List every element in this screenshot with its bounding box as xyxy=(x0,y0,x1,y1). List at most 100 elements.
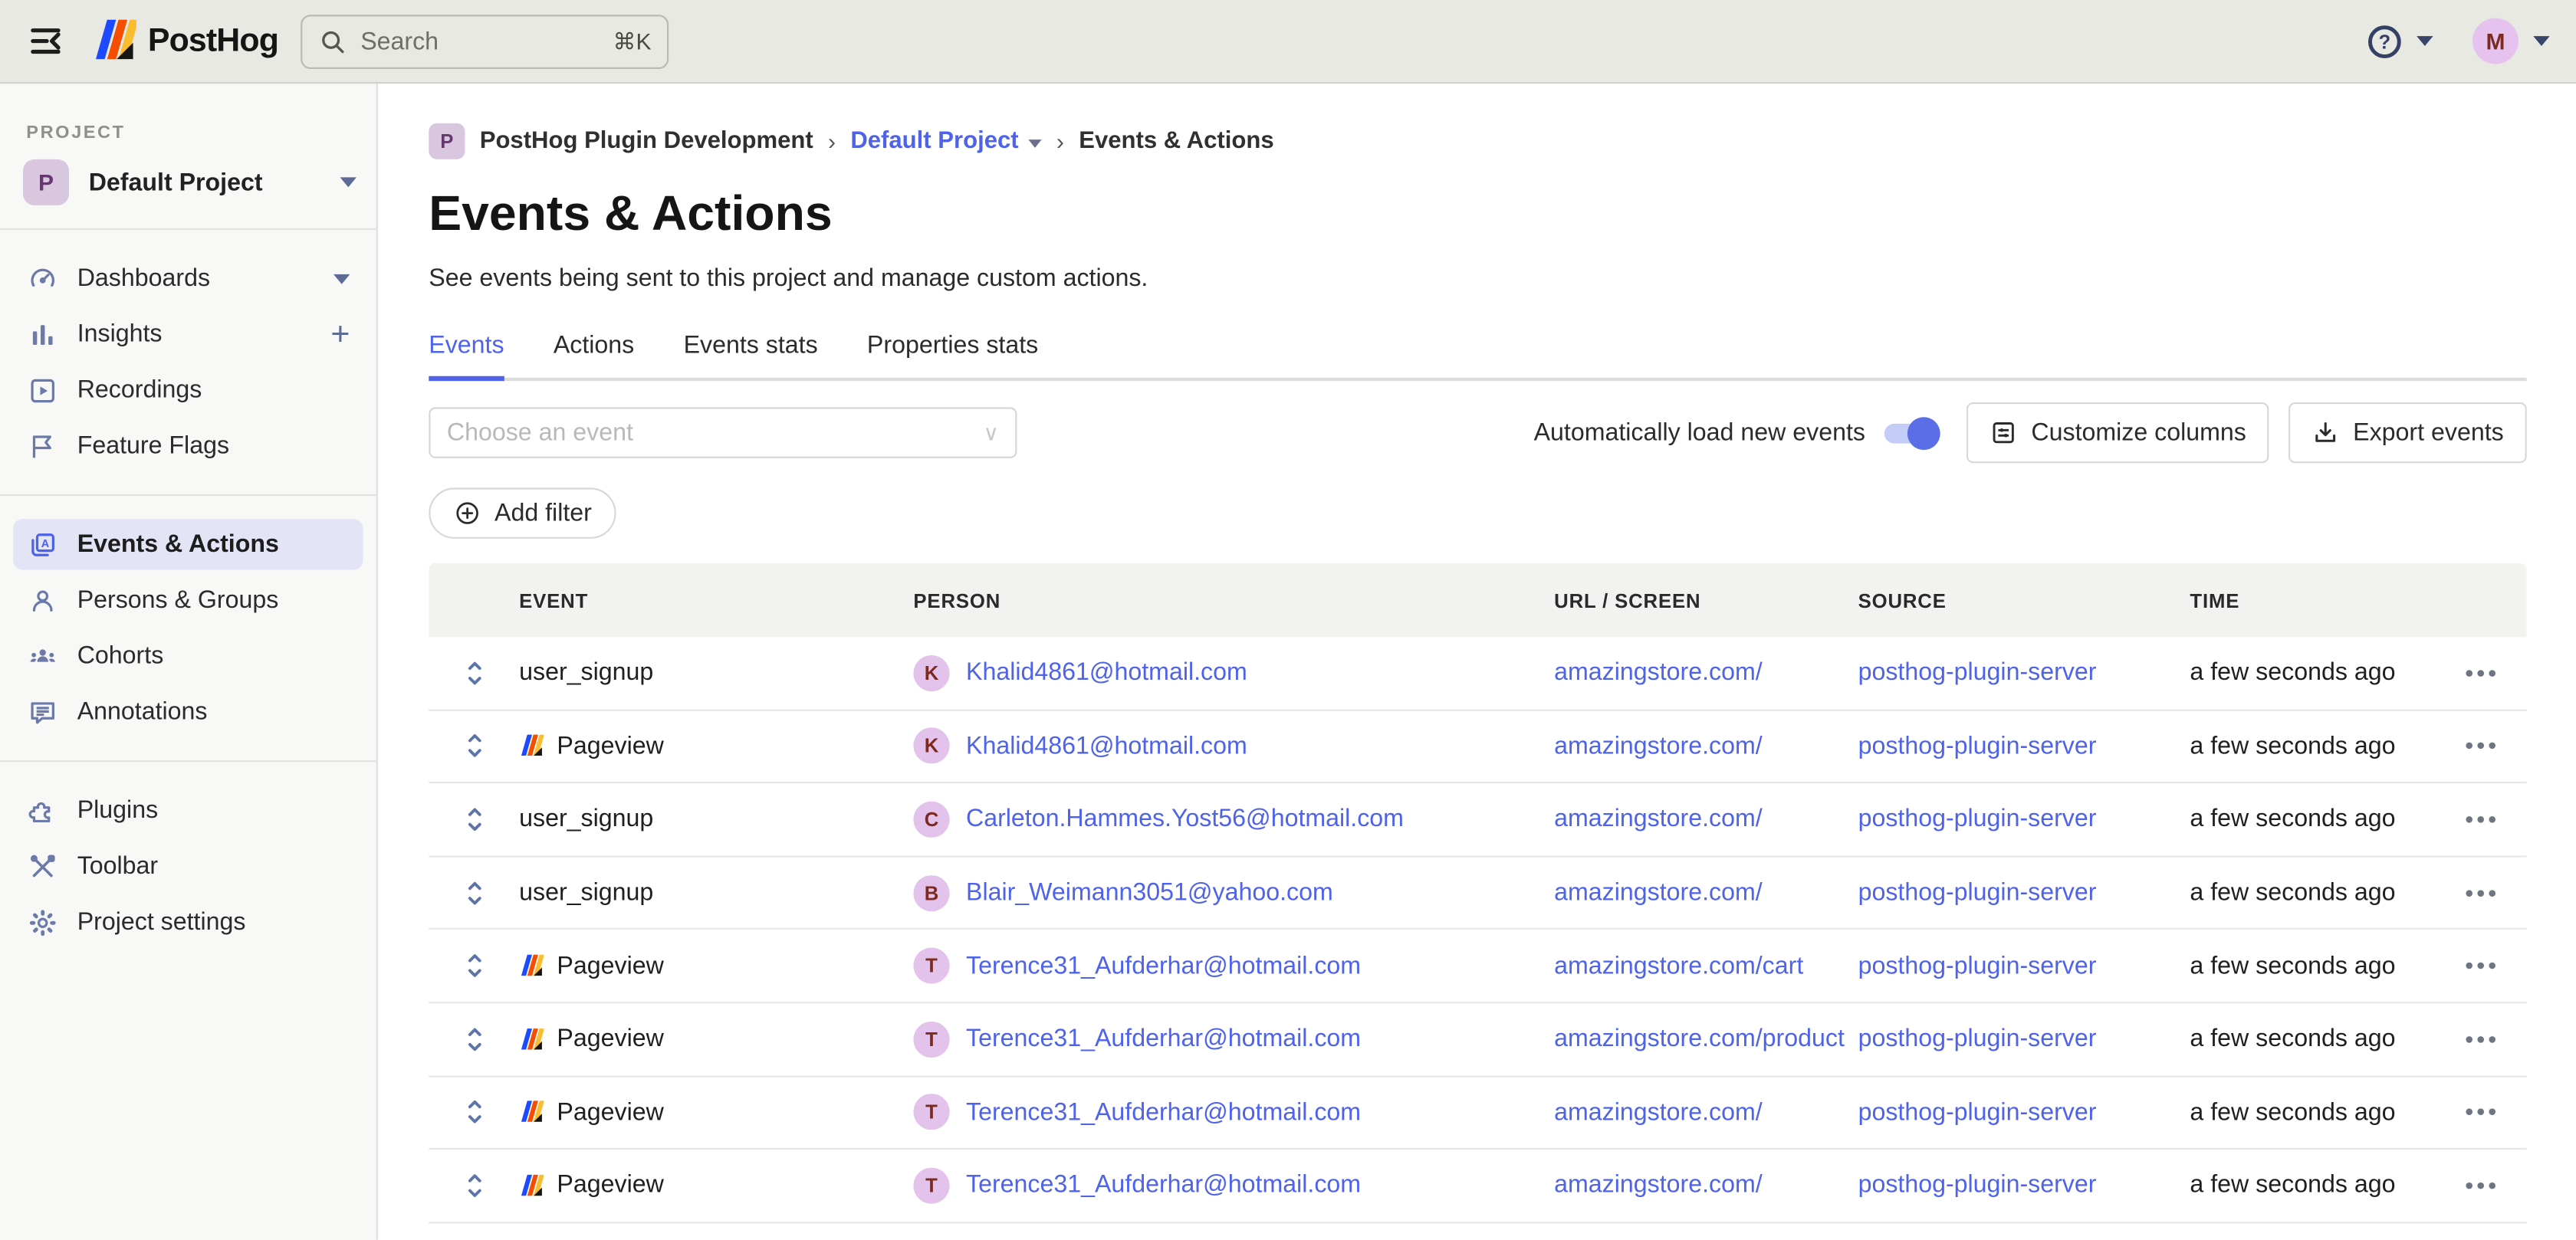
person-link[interactable]: Khalid4861@hotmail.com xyxy=(966,732,1247,759)
chevron-down-icon xyxy=(334,274,350,284)
customize-columns-button[interactable]: Customize columns xyxy=(1967,402,2269,463)
row-more-button[interactable] xyxy=(2435,1036,2527,1043)
sidebar-item-feature-flags[interactable]: Feature Flags xyxy=(13,421,363,471)
source-link[interactable]: posthog-plugin-server xyxy=(1858,659,2097,687)
column-header-event: EVENT xyxy=(519,589,913,612)
row-more-button[interactable] xyxy=(2435,670,2527,677)
sidebar-item-events-actions[interactable]: A Events & Actions xyxy=(13,519,363,569)
url-link[interactable]: amazingstore.com/ xyxy=(1554,879,1763,907)
source-link[interactable]: posthog-plugin-server xyxy=(1858,1025,2097,1053)
expand-chevrons-icon xyxy=(459,950,489,982)
annotation-bubble-icon xyxy=(28,697,58,727)
sidebar-item-dashboards[interactable]: Dashboards xyxy=(13,253,363,303)
export-events-button[interactable]: Export events xyxy=(2289,402,2527,463)
new-insight-plus-icon[interactable]: + xyxy=(330,318,350,351)
row-more-button[interactable] xyxy=(2435,743,2527,750)
url-link[interactable]: amazingstore.com/ xyxy=(1554,659,1763,687)
column-header-time: TIME xyxy=(2190,589,2434,612)
tab-actions[interactable]: Actions xyxy=(554,332,634,378)
tab-properties-stats[interactable]: Properties stats xyxy=(867,332,1038,378)
breadcrumb-organization[interactable]: PostHog Plugin Development xyxy=(480,128,813,154)
source-link[interactable]: posthog-plugin-server xyxy=(1858,952,2097,979)
url-link[interactable]: amazingstore.com/ xyxy=(1554,805,1763,833)
expand-row-button[interactable] xyxy=(429,1022,519,1055)
source-link[interactable]: posthog-plugin-server xyxy=(1858,879,2097,907)
table-row: Pageview T Terence31_Aufderhar@hotmail.c… xyxy=(429,930,2526,1004)
event-time: a few seconds ago xyxy=(2190,952,2395,979)
collapse-sidebar-icon[interactable] xyxy=(26,20,69,63)
sidebar-item-plugins[interactable]: Plugins xyxy=(13,785,363,835)
event-time: a few seconds ago xyxy=(2190,1172,2395,1199)
person-link[interactable]: Terence31_Aufderhar@hotmail.com xyxy=(966,1172,1361,1199)
posthog-app: PostHog Search ⌘K ? M xyxy=(0,0,2576,1240)
sidebar-item-recordings[interactable]: Recordings xyxy=(13,365,363,415)
search-input[interactable]: Search ⌘K xyxy=(301,14,669,68)
chevron-down-icon xyxy=(2533,36,2549,46)
expand-row-button[interactable] xyxy=(429,1169,519,1202)
row-more-button[interactable] xyxy=(2435,963,2527,969)
expand-row-button[interactable] xyxy=(429,1096,519,1129)
divider xyxy=(0,228,376,230)
sidebar-item-toolbar[interactable]: Toolbar xyxy=(13,841,363,891)
person-link[interactable]: Terence31_Aufderhar@hotmail.com xyxy=(966,1098,1361,1126)
expand-row-button[interactable] xyxy=(429,876,519,909)
url-link[interactable]: amazingstore.com/product xyxy=(1554,1025,1845,1053)
columns-settings-icon xyxy=(1990,418,2018,446)
add-filter-button[interactable]: Add filter xyxy=(429,487,616,538)
event-time: a few seconds ago xyxy=(2190,732,2395,759)
row-more-button[interactable] xyxy=(2435,1109,2527,1116)
source-link[interactable]: posthog-plugin-server xyxy=(1858,1172,2097,1199)
expand-row-button[interactable] xyxy=(429,730,519,763)
url-link[interactable]: amazingstore.com/ xyxy=(1554,1172,1763,1199)
tab-events-stats[interactable]: Events stats xyxy=(684,332,818,378)
chevron-down-icon: ∨ xyxy=(983,420,998,446)
source-link[interactable]: posthog-plugin-server xyxy=(1858,732,2097,759)
sidebar-item-project-settings[interactable]: Project settings xyxy=(13,897,363,947)
source-link[interactable]: posthog-plugin-server xyxy=(1858,805,2097,833)
person-link[interactable]: Khalid4861@hotmail.com xyxy=(966,659,1247,687)
posthog-logo[interactable]: PostHog xyxy=(92,18,278,64)
expand-chevrons-icon xyxy=(459,657,489,690)
person-link[interactable]: Carleton.Hammes.Yost56@hotmail.com xyxy=(966,805,1404,833)
event-name: Pageview xyxy=(557,732,663,759)
event-time: a few seconds ago xyxy=(2190,879,2395,907)
help-icon: ? xyxy=(2366,22,2404,60)
expand-row-button[interactable] xyxy=(429,803,519,836)
divider xyxy=(0,760,376,762)
autoload-toggle[interactable] xyxy=(1885,415,1941,451)
sidebar-item-cohorts[interactable]: Cohorts xyxy=(13,631,363,681)
person-link[interactable]: Blair_Weimann3051@yahoo.com xyxy=(966,879,1333,907)
table-row: user_signup C Carleton.Hammes.Yost56@hot… xyxy=(429,784,2526,858)
sidebar-item-annotations[interactable]: Annotations xyxy=(13,687,363,737)
event-name: Pageview xyxy=(557,1098,663,1126)
url-link[interactable]: amazingstore.com/ xyxy=(1554,732,1763,759)
help-menu[interactable]: ? xyxy=(2366,22,2433,60)
breadcrumb-project[interactable]: Default Project xyxy=(850,128,1041,154)
source-link[interactable]: posthog-plugin-server xyxy=(1858,1098,2097,1126)
expand-chevrons-icon xyxy=(459,1022,489,1055)
page-subtitle: See events being sent to this project an… xyxy=(429,264,2526,292)
expand-chevrons-icon xyxy=(459,1169,489,1202)
table-row: Pageview K Khalid4861@hotmail.com amazin… xyxy=(429,710,2526,784)
sidebar-item-persons-groups[interactable]: Persons & Groups xyxy=(13,575,363,625)
event-name: user_signup xyxy=(519,805,653,833)
tab-bar: Events Actions Events stats Properties s… xyxy=(429,332,2526,381)
sidebar-item-insights[interactable]: Insights + xyxy=(13,309,363,359)
row-more-button[interactable] xyxy=(2435,890,2527,897)
event-name: Pageview xyxy=(557,952,663,979)
chevron-down-icon xyxy=(1028,139,1041,147)
user-menu[interactable]: M xyxy=(2472,18,2550,64)
url-link[interactable]: amazingstore.com/ xyxy=(1554,1098,1763,1126)
row-more-button[interactable] xyxy=(2435,1183,2527,1189)
expand-row-button[interactable] xyxy=(429,657,519,690)
tab-events[interactable]: Events xyxy=(429,332,504,378)
url-link[interactable]: amazingstore.com/cart xyxy=(1554,952,1803,979)
expand-row-button[interactable] xyxy=(429,950,519,982)
gear-icon xyxy=(28,907,58,937)
event-select[interactable]: Choose an event ∨ xyxy=(429,407,1017,458)
person-link[interactable]: Terence31_Aufderhar@hotmail.com xyxy=(966,952,1361,979)
row-more-button[interactable] xyxy=(2435,816,2527,823)
event-name: user_signup xyxy=(519,659,653,687)
project-switcher[interactable]: P Default Project xyxy=(23,159,356,205)
person-link[interactable]: Terence31_Aufderhar@hotmail.com xyxy=(966,1025,1361,1053)
